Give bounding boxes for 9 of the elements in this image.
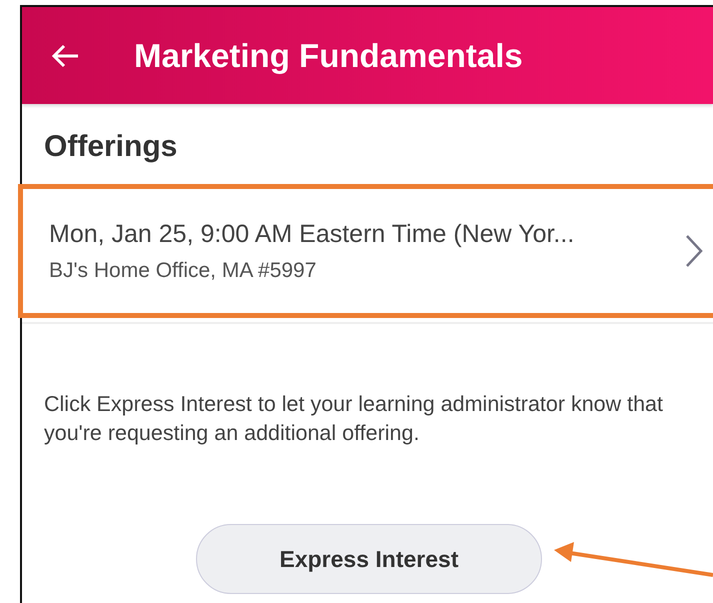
description-text: Click Express Interest to let your learning administrator know that you're requesting an additional offering.	[43, 391, 664, 447]
offering-row[interactable]: Mon, Jan 25, 9:00 AM Eastern Time (New Yor... BJ's Home Office, MA #5997	[18, 184, 713, 318]
section-title: Offerings	[43, 129, 178, 165]
page-title: Marketing Fundamentals	[134, 36, 523, 74]
offering-date: Mon, Jan 25, 9:00 AM Eastern Time (New Yor...	[49, 220, 576, 248]
offering-location: BJ's Home Office, MA #5997	[49, 258, 318, 282]
back-icon[interactable]	[50, 42, 80, 68]
chevron-icon	[685, 234, 703, 268]
express-interest-button[interactable]: Express Interest	[196, 524, 542, 594]
